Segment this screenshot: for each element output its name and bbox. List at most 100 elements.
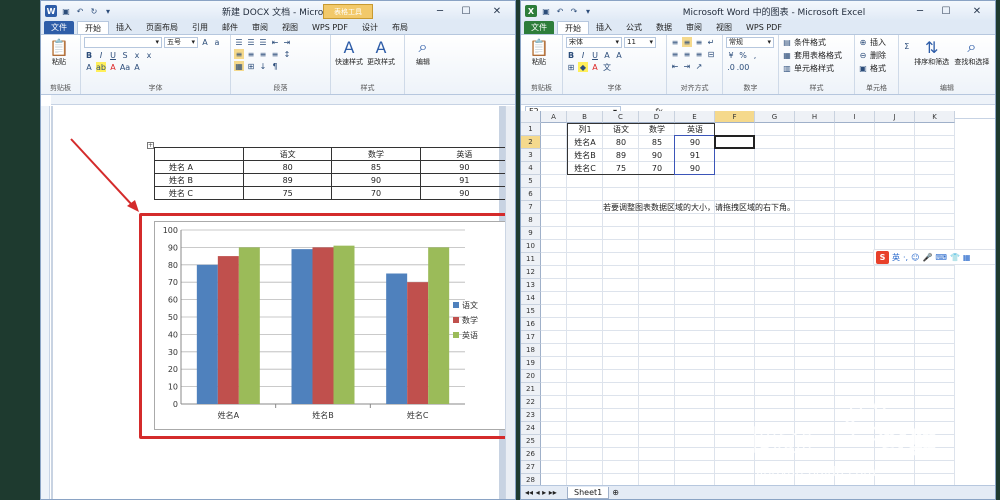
tab-layout[interactable]: 布局 [385,21,415,34]
italic-icon[interactable]: I [578,50,588,60]
grow-font-icon[interactable]: A [200,38,210,48]
shrink-font-icon[interactable]: a [212,38,222,48]
superscript-icon[interactable]: x [144,50,154,60]
row-header[interactable]: 9 [521,227,541,240]
table-cell[interactable]: 姓名 A [154,160,244,174]
table-cell[interactable]: 75 [242,186,333,200]
tab-home[interactable]: 开始 [77,21,109,34]
emoji-icon[interactable]: ☺ [911,253,919,262]
phonetic-icon[interactable]: 文 [602,62,612,72]
table-cell[interactable]: 数学 [331,147,421,161]
align-center-icon[interactable]: ≡ [682,49,692,59]
align-left-icon[interactable]: ≡ [234,49,244,59]
row-header[interactable]: 1 [521,123,541,136]
table-cell[interactable] [154,147,244,161]
save-icon[interactable]: ▣ [541,6,551,16]
clear-format-icon[interactable]: A [132,62,142,72]
row-header[interactable]: 15 [521,305,541,318]
sum-icon[interactable]: Σ [902,41,912,51]
row-header[interactable]: 12 [521,266,541,279]
decrease-indent-icon[interactable]: ⇤ [670,61,680,71]
table-cell[interactable]: 90 [419,160,505,174]
row-header[interactable]: 2 [521,136,541,149]
row-header[interactable]: 7 [521,201,541,214]
text-effect-icon[interactable]: A [84,62,94,72]
table-cell[interactable]: 91 [419,173,505,187]
table-cell[interactable]: 姓名 B [154,173,244,187]
table-cell[interactable]: 90 [331,173,421,187]
font-name-combo[interactable]: ▾ [84,37,162,48]
tab-home[interactable]: 开始 [557,21,589,34]
row-header[interactable]: 22 [521,396,541,409]
row-header[interactable]: 11 [521,253,541,266]
tab-design[interactable]: 设计 [355,21,385,34]
ime-language-label[interactable]: 英 [892,252,900,263]
line-spacing-icon[interactable]: ↕ [282,49,292,59]
paste-button[interactable]: 📋 粘贴 [524,37,554,67]
tab-review[interactable]: 审阅 [679,21,709,34]
show-marks-icon[interactable]: ¶ [270,61,280,71]
align-right-icon[interactable]: ≡ [258,49,268,59]
row-header[interactable]: 21 [521,383,541,396]
font-name-combo[interactable]: 宋体 ▾ [566,37,622,48]
align-middle-icon[interactable]: ≡ [682,37,692,47]
edit-button[interactable]: ⌕ 编辑 [408,37,438,67]
row-header[interactable]: 5 [521,175,541,188]
fill-color-icon[interactable]: ◆ [578,62,588,72]
tab-file[interactable]: 文件 [44,21,74,34]
align-left-icon[interactable]: ≡ [670,49,680,59]
close-button[interactable]: ✕ [959,1,995,21]
row-header[interactable]: 23 [521,409,541,422]
save-icon[interactable]: ▣ [61,6,71,16]
sort-icon[interactable]: ↓ [258,61,268,71]
customize-qat-icon[interactable]: ▾ [103,6,113,16]
tab-wps-pdf[interactable]: WPS PDF [739,21,789,34]
column-header[interactable]: G [755,111,795,123]
tab-insert[interactable]: 插入 [589,21,619,34]
conditional-format-button[interactable]: ▤ 条件格式 [782,37,851,48]
column-header[interactable]: K [915,111,955,123]
column-header[interactable]: J [875,111,915,123]
tab-view[interactable]: 视图 [709,21,739,34]
undo-icon[interactable]: ↶ [75,6,85,16]
align-right-icon[interactable]: ≡ [694,49,704,59]
column-header[interactable]: B [567,111,603,123]
insert-cells-button[interactable]: ⊕ 插入 [858,37,895,48]
word-app-icon[interactable]: W [45,5,57,17]
bold-icon[interactable]: B [84,50,94,60]
justify-icon[interactable]: ≡ [270,49,280,59]
tab-data[interactable]: 数据 [649,21,679,34]
underline-icon[interactable]: U [590,50,600,60]
align-top-icon[interactable]: ≡ [670,37,680,47]
decrease-decimal-icon[interactable]: .00 [737,62,750,72]
row-header[interactable]: 26 [521,448,541,461]
table-cell[interactable]: 英语 [419,147,505,161]
row-header[interactable]: 24 [521,422,541,435]
column-header[interactable]: D [639,111,675,123]
increase-indent-icon[interactable]: ⇥ [282,37,292,47]
table-cell[interactable]: 姓名 C [154,186,244,200]
table-move-handle-icon[interactable]: + [147,142,154,149]
vertical-ruler[interactable] [41,106,50,499]
column-header[interactable]: H [795,111,835,123]
column-header[interactable]: F [715,111,755,123]
undo-icon[interactable]: ↶ [555,6,565,16]
bullets-icon[interactable]: ☰ [234,37,244,47]
tab-mailings[interactable]: 邮件 [215,21,245,34]
column-header[interactable]: C [603,111,639,123]
align-bottom-icon[interactable]: ≡ [694,37,704,47]
row-header[interactable]: 10 [521,240,541,253]
tab-references[interactable]: 引用 [185,21,215,34]
row-header[interactable]: 4 [521,162,541,175]
document-page[interactable]: + 语文 数学 英语 姓名 A 80 85 90 姓名 B 89 90 91 姓名 C 75 70 90 0… [53,106,505,499]
insert-sheet-icon[interactable]: ⊕ [612,488,619,497]
paste-button[interactable]: 📋 粘贴 [44,37,74,67]
subscript-icon[interactable]: x [132,50,142,60]
keyboard-icon[interactable]: ⌨ [935,253,947,262]
close-button[interactable]: ✕ [479,1,515,21]
decrease-indent-icon[interactable]: ⇤ [270,37,280,47]
row-header[interactable]: 6 [521,188,541,201]
table-cell[interactable]: 80 [242,160,333,174]
active-cell-f2[interactable] [714,135,755,149]
font-size-combo[interactable]: 11 ▾ [624,37,656,48]
